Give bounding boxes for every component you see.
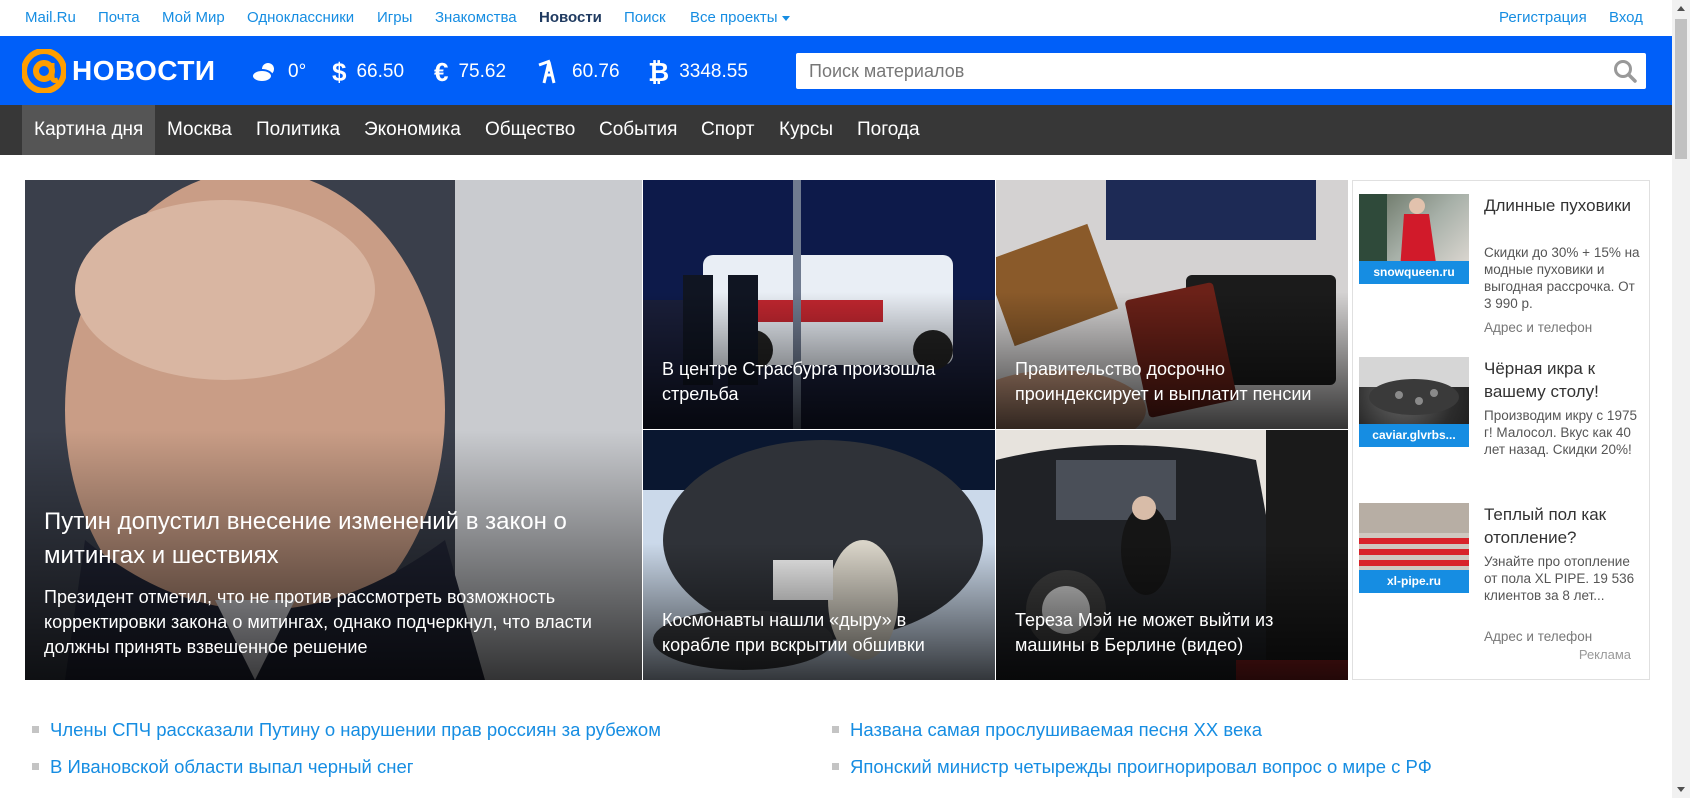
headline-link[interactable]: Японский министр четырежды проигнорирова…	[850, 756, 1432, 778]
all-projects-label: Все проекты	[690, 9, 778, 26]
search-button[interactable]	[1612, 58, 1638, 84]
portal-link-dating[interactable]: Знакомства	[435, 9, 517, 26]
login-link[interactable]: Вход	[1609, 9, 1643, 26]
bitcoin-icon: ₿	[648, 57, 670, 87]
nav-item-rates[interactable]: Курсы	[767, 105, 845, 155]
lead-title: Путин допустил внесение изменений в зако…	[44, 508, 567, 569]
weather-value: 0°	[288, 61, 307, 82]
portal-link-myworld[interactable]: Мой Мир	[162, 9, 225, 26]
headline-link[interactable]: Названа самая прослушиваемая песня XX ве…	[850, 719, 1262, 741]
oil-rate[interactable]: 60.76	[536, 58, 620, 86]
search-box	[796, 53, 1646, 89]
nav-item-society[interactable]: Общество	[473, 105, 587, 155]
scroll-down-icon[interactable]	[1672, 781, 1690, 798]
bullet	[832, 763, 839, 770]
oil-rig-icon	[536, 59, 562, 85]
nav-item-politics[interactable]: Политика	[244, 105, 352, 155]
bullet	[32, 763, 39, 770]
portal-link-search[interactable]: Поиск	[624, 9, 666, 26]
nav-item-economy[interactable]: Экономика	[352, 105, 473, 155]
ad-title[interactable]: Чёрная икра к вашему столу!	[1484, 357, 1644, 403]
eur-value: 75.62	[458, 61, 507, 82]
btc-value: 3348.55	[679, 61, 748, 82]
portal-link-mailru[interactable]: Mail.Ru	[25, 9, 76, 26]
ad-address-link[interactable]: Адрес и телефон	[1484, 320, 1592, 335]
lead-text: Президент отметил, что не против рассмот…	[44, 587, 592, 657]
news-tile-cosmonauts[interactable]: Космонавты нашли «дыру» в корабле при вс…	[643, 430, 995, 680]
news-tile-pensions[interactable]: Правительство досрочно проиндексирует и …	[996, 180, 1348, 429]
all-projects-dropdown[interactable]: Все проекты	[690, 9, 790, 26]
dollar-icon: $	[332, 57, 347, 87]
nav-item-events[interactable]: События	[587, 105, 689, 155]
tile-caption: Правительство досрочно проиндексирует и …	[1015, 359, 1312, 404]
ad-item[interactable]: caviar.glvrbs... Чёрная икра к вашему ст…	[1359, 357, 1645, 477]
ad-text: Производим икру с 1975 г! Малосол. Вкус …	[1484, 408, 1637, 457]
ad-text: Скидки до 30% + 15% на модные пуховики и…	[1484, 245, 1640, 311]
news-tile-strasbourg[interactable]: В центре Страсбурга произошла стрельба	[643, 180, 995, 429]
tile-caption: В центре Страсбурга произошла стрельба	[662, 359, 936, 404]
nav-item-moscow[interactable]: Москва	[155, 105, 244, 155]
logo-text: НОВОСТИ	[72, 55, 216, 86]
headline-link[interactable]: Члены СПЧ рассказали Путину о нарушении …	[50, 719, 661, 741]
tile-caption: Космонавты нашли «дыру» в корабле при вс…	[662, 610, 925, 655]
news-logo[interactable]: НОВОСТИ	[22, 48, 216, 94]
usd-value: 66.50	[356, 61, 405, 82]
ad-domain[interactable]: xl-pipe.ru	[1359, 570, 1469, 593]
portal-link-mail[interactable]: Почта	[98, 9, 140, 26]
ad-address-link[interactable]: Адрес и телефон	[1484, 629, 1592, 644]
portal-bar: Mail.Ru Почта Мой Мир Одноклассники Игры…	[0, 0, 1672, 36]
scrollbar-thumb[interactable]	[1675, 19, 1687, 159]
portal-link-ok[interactable]: Одноклассники	[247, 9, 354, 26]
eur-rate[interactable]: € 75.62	[434, 58, 506, 86]
section-nav: Картина дня Москва Политика Экономика Об…	[0, 105, 1672, 155]
ad-item[interactable]: xl-pipe.ru Теплый пол как отопление? Узн…	[1359, 503, 1645, 653]
nav-item-picture-of-day[interactable]: Картина дня	[22, 105, 156, 155]
oil-value: 60.76	[572, 61, 620, 82]
euro-icon: €	[434, 57, 449, 87]
scroll-up-icon[interactable]	[1672, 0, 1690, 17]
weather-widget[interactable]: 0°	[250, 58, 306, 86]
ad-domain[interactable]: snowqueen.ru	[1359, 261, 1469, 284]
ad-thumbnail: xl-pipe.ru	[1359, 503, 1469, 593]
site-header: НОВОСТИ 0° $ 66.50 € 75.62 60.76 ₿ 3348.…	[0, 36, 1672, 105]
cloud-sun-icon	[250, 61, 278, 83]
ad-text: Узнайте про отопление от пола XL PIPE. 1…	[1484, 554, 1635, 603]
portal-link-games[interactable]: Игры	[377, 9, 412, 26]
usd-rate[interactable]: $ 66.50	[332, 58, 404, 86]
register-link[interactable]: Регистрация	[1499, 9, 1587, 26]
nav-item-weather[interactable]: Погода	[845, 105, 932, 155]
chevron-down-icon	[781, 15, 790, 21]
lead-news-tile[interactable]: Путин допустил внесение изменений в зако…	[25, 180, 642, 680]
ad-domain[interactable]: caviar.glvrbs...	[1359, 424, 1469, 447]
ads-column: snowqueen.ru Длинные пуховики Скидки до …	[1352, 180, 1650, 680]
ads-label: Реклама	[1578, 647, 1631, 662]
page-scrollbar[interactable]	[1672, 0, 1690, 798]
bullet	[832, 726, 839, 733]
ad-title[interactable]: Теплый пол как отопление?	[1484, 503, 1644, 549]
ad-item[interactable]: snowqueen.ru Длинные пуховики Скидки до …	[1359, 194, 1645, 344]
bullet	[32, 726, 39, 733]
tile-caption: Тереза Мэй не может выйти из машины в Бе…	[1015, 610, 1274, 655]
portal-link-news[interactable]: Новости	[539, 9, 602, 26]
search-input[interactable]	[796, 53, 1596, 89]
nav-item-sport[interactable]: Спорт	[689, 105, 766, 155]
ad-thumbnail: snowqueen.ru	[1359, 194, 1469, 284]
at-logo-icon	[22, 49, 66, 93]
headline-link[interactable]: В Ивановской области выпал черный снег	[50, 756, 414, 778]
btc-rate[interactable]: ₿ 3348.55	[648, 58, 748, 86]
news-tile-may[interactable]: Тереза Мэй не может выйти из машины в Бе…	[996, 430, 1348, 680]
ad-thumbnail: caviar.glvrbs...	[1359, 357, 1469, 447]
search-icon	[1614, 60, 1637, 83]
ad-title[interactable]: Длинные пуховики	[1484, 194, 1644, 217]
